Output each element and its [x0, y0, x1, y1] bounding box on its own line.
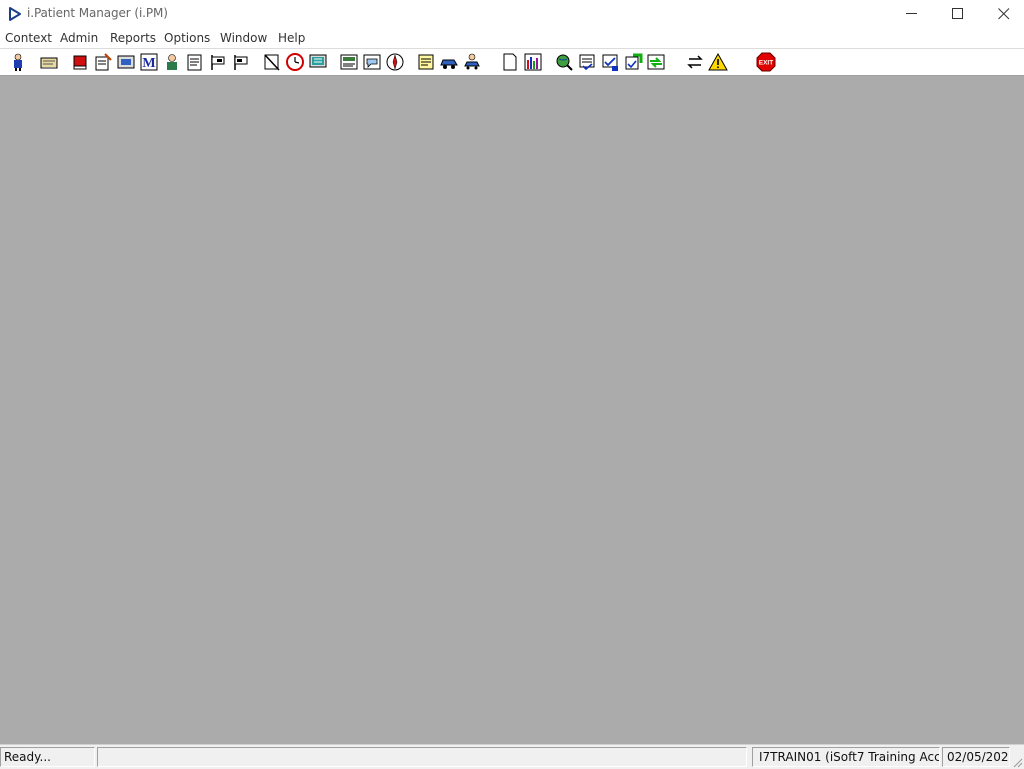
status-blank-pane — [97, 747, 747, 767]
chat-document-button[interactable] — [362, 52, 382, 72]
menu-admin[interactable]: Admin — [60, 31, 98, 45]
maximize-button[interactable] — [935, 0, 981, 28]
scanner-button[interactable] — [116, 52, 136, 72]
person-car-icon — [464, 53, 480, 70]
green-sync-icon — [647, 54, 665, 70]
window-title: i.Patient Manager (i.PM) — [27, 6, 168, 20]
resize-grip-icon[interactable] — [1011, 756, 1023, 768]
scanner-icon — [117, 55, 135, 69]
globe-search-icon — [556, 54, 573, 71]
exit-stop-icon: EXIT — [756, 52, 776, 72]
minimize-icon — [906, 13, 917, 14]
menu-context[interactable]: Context — [5, 31, 52, 45]
id-card-button[interactable] — [39, 52, 59, 72]
edit-document-icon — [95, 53, 112, 71]
check-download-icon — [602, 54, 618, 71]
svg-text:M: M — [142, 56, 155, 71]
title-bar: i.Patient Manager (i.PM) — [0, 0, 1024, 28]
swap-arrows-icon — [687, 55, 703, 69]
exit-label: EXIT — [759, 60, 773, 67]
patient-button[interactable] — [8, 52, 28, 72]
flag-alt-icon — [234, 55, 248, 70]
blank-page-icon — [503, 53, 517, 71]
screen-list-icon — [340, 54, 358, 70]
car-icon — [440, 59, 458, 69]
status-account: I7TRAIN01 (iSoft7 Training Account) — [752, 747, 940, 767]
flag-alt-button[interactable] — [231, 52, 251, 72]
warning-icon — [708, 52, 728, 71]
close-icon — [998, 8, 1010, 20]
toolbar: M EXIT — [0, 49, 1024, 76]
menu-help[interactable]: Help — [278, 31, 305, 45]
flag-button[interactable] — [208, 52, 228, 72]
patient-person-icon — [14, 53, 22, 71]
sticky-note-button[interactable] — [416, 52, 436, 72]
edit-document-button[interactable] — [93, 52, 113, 72]
app-play-icon[interactable] — [7, 6, 23, 22]
notes-button[interactable] — [185, 52, 205, 72]
checklist-icon — [579, 54, 595, 71]
globe-search-button[interactable] — [554, 52, 574, 72]
check-download-button[interactable] — [600, 52, 620, 72]
red-book-icon — [73, 55, 87, 70]
menu-options[interactable]: Options — [164, 31, 210, 45]
minimize-button[interactable] — [889, 0, 935, 28]
flag-icon — [211, 55, 225, 70]
maximize-icon — [952, 8, 963, 19]
status-bar: Ready... I7TRAIN01 (iSoft7 Training Acco… — [0, 744, 1024, 769]
screen-list-button[interactable] — [339, 52, 359, 72]
menu-window[interactable]: Window — [220, 31, 267, 45]
menu-reports[interactable]: Reports — [110, 31, 156, 45]
chat-document-icon — [363, 54, 381, 70]
green-sync-button[interactable] — [646, 52, 666, 72]
bar-chart-button[interactable] — [523, 52, 543, 72]
clock-icon — [286, 53, 304, 71]
warning-button[interactable] — [708, 52, 728, 72]
m-letter-button[interactable]: M — [139, 52, 159, 72]
person-car-button[interactable] — [462, 52, 482, 72]
m-letter-icon: M — [140, 53, 158, 71]
car-button[interactable] — [439, 52, 459, 72]
status-date: 02/05/2023 — [942, 747, 1010, 767]
clock-button[interactable] — [285, 52, 305, 72]
exit-button[interactable]: EXIT — [756, 52, 776, 72]
green-refresh-icon — [625, 53, 643, 70]
blank-page-button[interactable] — [500, 52, 520, 72]
checklist-button[interactable] — [577, 52, 597, 72]
compass-button[interactable] — [385, 52, 405, 72]
status-message: Ready... — [0, 747, 95, 767]
bar-chart-icon — [524, 53, 542, 71]
menu-bar: Context Admin Reports Options Window Hel… — [0, 28, 1024, 48]
monitor-button[interactable] — [308, 52, 328, 72]
sticky-note-icon — [418, 54, 434, 70]
notes-icon — [187, 54, 202, 71]
no-entry-button[interactable] — [262, 52, 282, 72]
mdi-workspace[interactable] — [0, 76, 1024, 744]
red-book-button[interactable] — [70, 52, 90, 72]
compass-icon — [386, 53, 404, 71]
no-entry-icon — [264, 54, 280, 71]
id-card-icon — [40, 57, 58, 69]
doctor-button[interactable] — [162, 52, 182, 72]
green-refresh-button[interactable] — [623, 52, 643, 72]
close-button[interactable] — [981, 0, 1024, 28]
doctor-icon — [167, 54, 177, 70]
swap-button[interactable] — [685, 52, 705, 72]
monitor-icon — [309, 54, 327, 68]
